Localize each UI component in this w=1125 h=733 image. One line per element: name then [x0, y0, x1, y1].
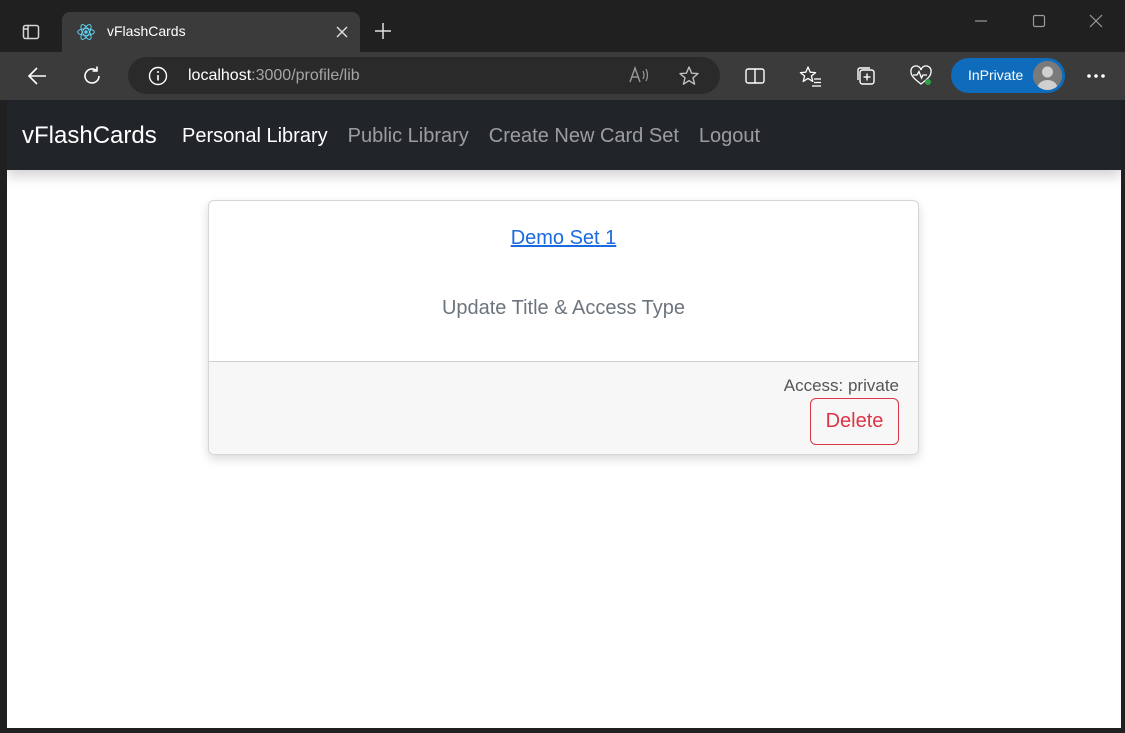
split-screen-button[interactable] — [739, 60, 771, 92]
collections-icon — [857, 67, 875, 85]
minimize-icon — [975, 20, 987, 22]
card-set-title-link[interactable]: Demo Set 1 — [511, 227, 617, 249]
react-logo-icon — [77, 24, 95, 40]
browser-toolbar: localhost:3000/profile/lib InPrivate — [0, 52, 1125, 100]
plus-icon — [375, 23, 391, 39]
nav-link-logout[interactable]: Logout — [699, 125, 760, 148]
new-tab-button[interactable] — [370, 18, 396, 44]
split-screen-icon — [745, 68, 765, 84]
access-type-label: Access: private — [783, 376, 899, 395]
refresh-button[interactable] — [76, 60, 108, 92]
card-footer: Access: private Delete — [209, 361, 918, 454]
tab-close-button[interactable] — [332, 22, 352, 42]
maximize-button[interactable] — [1024, 8, 1054, 34]
browser-tab[interactable]: vFlashCards — [62, 12, 360, 52]
address-bar[interactable]: localhost:3000/profile/lib — [128, 57, 720, 94]
inprivate-label: InPrivate — [968, 67, 1024, 83]
minimize-button[interactable] — [966, 8, 996, 34]
person-icon — [1033, 61, 1062, 90]
read-aloud-icon[interactable] — [628, 65, 650, 85]
close-icon — [336, 26, 348, 38]
card-body: Demo Set 1 Update Title & Access Type — [209, 201, 918, 361]
inprivate-profile-button[interactable]: InPrivate — [951, 58, 1065, 93]
nav-link-personal-library[interactable]: Personal Library — [182, 125, 328, 148]
nav-link-create-new-card-set[interactable]: Create New Card Set — [489, 125, 679, 148]
card-title: Demo Set 1 — [209, 227, 918, 250]
tab-actions-button[interactable] — [14, 15, 48, 49]
more-horizontal-icon — [1087, 74, 1105, 78]
tab-title: vFlashCards — [107, 23, 186, 39]
navbar-brand[interactable]: vFlashCards — [22, 122, 157, 150]
back-arrow-icon — [27, 67, 46, 85]
info-icon[interactable] — [148, 66, 168, 86]
nav-link-public-library[interactable]: Public Library — [348, 125, 469, 148]
favorites-list-icon — [799, 66, 821, 87]
profile-avatar — [1033, 61, 1062, 90]
collections-button[interactable] — [850, 60, 882, 92]
update-title-access-link[interactable]: Update Title & Access Type — [209, 297, 918, 320]
back-button[interactable] — [21, 60, 53, 92]
tab-actions-icon — [22, 24, 40, 40]
heart-pulse-icon — [910, 65, 932, 85]
favorite-star-icon[interactable] — [678, 65, 700, 87]
settings-more-button[interactable] — [1080, 60, 1112, 92]
navbar-links: Personal Library Public Library Create N… — [182, 125, 760, 148]
url-path: :3000/profile/lib — [251, 67, 360, 84]
page-viewport: vFlashCards Personal Library Public Libr… — [7, 100, 1121, 728]
delete-button[interactable]: Delete — [810, 398, 899, 445]
top-navbar: vFlashCards Personal Library Public Libr… — [7, 100, 1121, 170]
browser-tab-bar: vFlashCards — [0, 0, 1125, 52]
url-host: localhost — [188, 67, 252, 84]
favorites-button[interactable] — [795, 60, 827, 92]
url-text[interactable]: localhost:3000/profile/lib — [188, 67, 360, 85]
refresh-icon — [84, 66, 100, 84]
close-icon — [1089, 14, 1103, 28]
card-set-card: Demo Set 1 Update Title & Access Type Ac… — [208, 200, 919, 455]
browser-essentials-button[interactable] — [905, 60, 937, 92]
close-window-button[interactable] — [1081, 8, 1111, 34]
maximize-icon — [1032, 14, 1046, 28]
